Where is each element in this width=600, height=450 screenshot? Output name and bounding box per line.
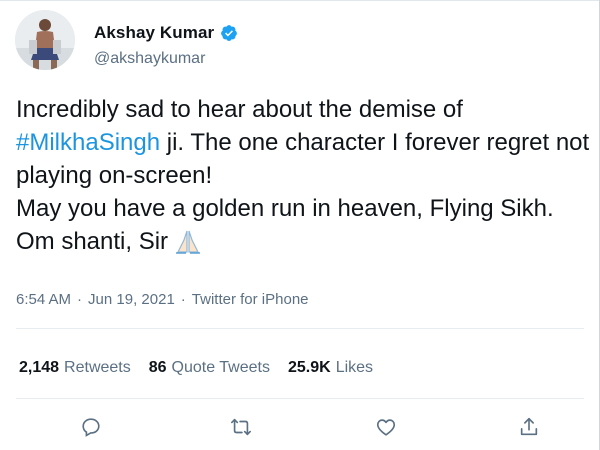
likes-label: Likes (335, 359, 374, 376)
retweet-icon (231, 418, 251, 436)
tweet-stats: 2,148 Retweets 86 Quote Tweets 25.9K Likes (19, 359, 373, 377)
reply-icon (82, 418, 100, 437)
quotes-count: 86 (148, 359, 167, 376)
retweets-stat[interactable]: 2,148 Retweets (19, 359, 131, 377)
share-icon (520, 417, 538, 436)
verified-badge-icon (220, 24, 238, 42)
avatar[interactable] (15, 10, 75, 70)
like-button[interactable] (371, 412, 401, 442)
tweet-text: Incredibly sad to hear about the demise … (16, 93, 591, 258)
tweet-actions (0, 412, 600, 446)
folded-hands-icon (174, 228, 202, 254)
likes-count: 25.9K (287, 359, 331, 376)
top-border (0, 0, 600, 1)
tweet-text-line3: May you have a golden run in heaven, Fly… (16, 195, 554, 255)
tweet-text-line1: Incredibly sad to hear about the demise … (16, 96, 463, 123)
likes-stat[interactable]: 25.9K Likes (288, 359, 373, 377)
retweets-label: Retweets (64, 359, 131, 376)
tweet-meta: 6:54 AM · Jun 19, 2021 · Twitter for iPhone (16, 291, 315, 308)
share-button[interactable] (514, 412, 544, 442)
tweet-date[interactable]: Jun 19, 2021 (88, 291, 175, 308)
tweet-source[interactable]: Twitter for iPhone (192, 291, 309, 308)
divider (16, 328, 584, 329)
divider (16, 398, 584, 399)
tweet-header: Akshay Kumar @akshaykumar (15, 10, 585, 74)
reply-button[interactable] (76, 412, 106, 442)
meta-separator: · (180, 291, 186, 308)
like-icon (376, 419, 396, 436)
tweet-time[interactable]: 6:54 AM (16, 291, 71, 308)
author-name-row: Akshay Kumar (94, 23, 238, 43)
hashtag-link[interactable]: #MilkhaSingh (16, 129, 160, 156)
retweets-count: 2,148 (19, 359, 60, 376)
author-handle[interactable]: @akshaykumar (94, 50, 205, 68)
quotes-label: Quote Tweets (171, 359, 270, 376)
author-name[interactable]: Akshay Kumar (94, 23, 214, 43)
quotes-stat[interactable]: 86 Quote Tweets (149, 359, 270, 377)
retweet-button[interactable] (226, 412, 256, 442)
meta-separator: · (77, 291, 83, 308)
